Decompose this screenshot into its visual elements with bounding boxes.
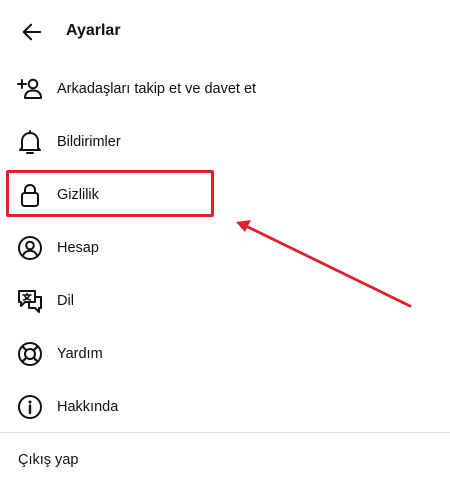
- menu-item-help[interactable]: Yardım: [0, 327, 450, 380]
- menu-item-label: Arkadaşları takip et ve davet et: [57, 80, 257, 97]
- info-icon: [16, 393, 44, 421]
- lock-icon: [16, 181, 44, 209]
- menu-item-label: Hakkında: [57, 398, 119, 415]
- page-title: Ayarlar: [66, 22, 121, 39]
- person-add-icon: [16, 75, 44, 103]
- divider: [0, 432, 450, 433]
- logout-button[interactable]: Çıkış yap: [18, 450, 78, 470]
- settings-menu: Arkadaşları takip et ve davet et Bildiri…: [0, 62, 450, 433]
- menu-item-label: Hesap: [57, 239, 99, 256]
- menu-item-about[interactable]: Hakkında: [0, 380, 450, 433]
- bell-icon: [16, 128, 44, 156]
- menu-item-label: Dil: [57, 292, 74, 309]
- menu-item-label: Bildirimler: [57, 133, 121, 150]
- menu-item-label: Gizlilik: [57, 186, 99, 203]
- lifebuoy-icon: [16, 340, 44, 368]
- menu-item-language[interactable]: Dil: [0, 274, 450, 327]
- arrow-left-icon: [21, 21, 43, 43]
- header: Ayarlar: [0, 0, 450, 62]
- back-button[interactable]: [18, 18, 46, 46]
- menu-item-account[interactable]: Hesap: [0, 221, 450, 274]
- translate-icon: [16, 287, 44, 315]
- menu-item-label: Yardım: [57, 345, 103, 362]
- menu-item-privacy[interactable]: Gizlilik: [0, 168, 450, 221]
- account-circle-icon: [16, 234, 44, 262]
- menu-item-follow-invite[interactable]: Arkadaşları takip et ve davet et: [0, 62, 450, 115]
- menu-item-notifications[interactable]: Bildirimler: [0, 115, 450, 168]
